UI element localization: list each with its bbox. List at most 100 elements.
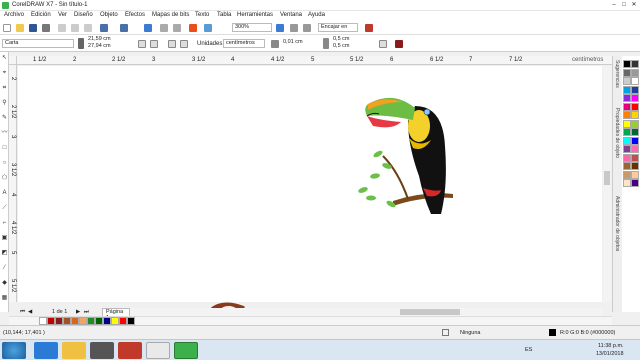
rectangle-tool-icon[interactable]: □ <box>1 145 8 152</box>
palette-swatch[interactable] <box>623 136 631 145</box>
palette-swatch[interactable] <box>631 60 639 68</box>
palette-swatch[interactable] <box>623 77 631 85</box>
units-select[interactable]: centímetros <box>223 39 265 48</box>
document-palette-swatch[interactable] <box>79 317 87 325</box>
horizontal-ruler[interactable]: 1 1/2 2 2 1/2 3 3 1/2 4 4 1/2 5 5 1/2 6 … <box>17 56 613 65</box>
minimize-button[interactable]: – <box>609 1 619 10</box>
menu-ventana[interactable]: Ventana <box>280 12 302 18</box>
palette-swatch[interactable] <box>631 77 639 85</box>
palette-swatch[interactable] <box>631 94 639 102</box>
text-tool-icon[interactable]: A <box>1 190 8 197</box>
palette-swatch[interactable] <box>623 119 631 128</box>
chrome-icon[interactable] <box>146 342 170 359</box>
vertical-ruler[interactable]: 2 2 1/2 3 3 1/2 4 4 1/2 5 5 1/2 <box>9 65 17 302</box>
adobe-app-icon[interactable] <box>118 342 142 359</box>
publish-pdf-icon[interactable] <box>189 24 197 32</box>
transparency-tool-icon[interactable]: ◩ <box>1 250 8 257</box>
palette-swatch[interactable] <box>631 170 639 179</box>
palette-swatch[interactable] <box>631 128 639 136</box>
palette-swatch[interactable] <box>623 128 631 136</box>
print-icon[interactable] <box>42 24 50 32</box>
close-button[interactable]: ✕ <box>629 1 639 10</box>
document-palette-swatch[interactable] <box>95 317 103 325</box>
palette-swatch[interactable] <box>631 119 639 128</box>
first-page-icon[interactable]: ⏮ <box>20 309 25 316</box>
palette-swatch[interactable] <box>631 179 639 187</box>
document-palette-swatch[interactable] <box>39 317 47 325</box>
shape-tool-icon[interactable]: ⌖ <box>1 70 8 77</box>
treat-as-filled-icon[interactable] <box>379 40 387 48</box>
language-indicator[interactable]: ES <box>525 347 532 353</box>
artistic-media-tool-icon[interactable]: 〰 <box>1 130 8 137</box>
parallel-dimension-tool-icon[interactable]: ⟋ <box>1 205 8 212</box>
horizontal-scrollbar[interactable] <box>130 308 603 316</box>
maximize-button[interactable]: □ <box>619 1 629 10</box>
menu-herramientas[interactable]: Herramientas <box>237 12 273 18</box>
eyedropper-tool-icon[interactable]: ⁄ <box>1 265 8 272</box>
crop-tool-icon[interactable]: ⌗ <box>1 85 8 92</box>
palette-swatch[interactable] <box>623 170 631 179</box>
vertical-scroll-thumb[interactable] <box>604 171 610 185</box>
start-button-icon[interactable] <box>2 342 26 359</box>
document-palette-swatch[interactable] <box>55 317 63 325</box>
all-pages-icon[interactable] <box>168 40 176 48</box>
page-height-field[interactable]: 27,94 cm <box>86 43 126 50</box>
grid-icon[interactable] <box>303 24 311 32</box>
clock-time[interactable]: 11:38 p.m. <box>598 343 624 349</box>
document-palette-swatch[interactable] <box>111 317 119 325</box>
menu-mapas-de-bits[interactable]: Mapas de bits <box>152 12 189 18</box>
full-screen-icon[interactable] <box>276 24 284 32</box>
document-palette-swatch[interactable] <box>71 317 79 325</box>
rulers-icon[interactable] <box>290 24 298 32</box>
menu-archivo[interactable]: Archivo <box>4 12 24 18</box>
redo-icon[interactable] <box>120 24 128 32</box>
search-content-icon[interactable] <box>144 24 152 32</box>
menu-ver[interactable]: Ver <box>58 12 67 18</box>
paste-icon[interactable] <box>84 24 92 32</box>
palette-swatch[interactable] <box>631 136 639 145</box>
ruler-origin[interactable] <box>9 56 17 65</box>
palette-swatch[interactable] <box>623 94 631 102</box>
menu-efectos[interactable]: Efectos <box>125 12 145 18</box>
palette-swatch[interactable] <box>623 153 631 162</box>
fill-indicator-icon[interactable] <box>442 329 449 336</box>
palette-swatch[interactable] <box>631 68 639 77</box>
duplicate-x-field[interactable]: 0,5 cm <box>331 36 363 43</box>
last-page-icon[interactable]: ⏭ <box>84 309 89 316</box>
polygon-tool-icon[interactable]: ⬠ <box>1 175 8 182</box>
document-palette-swatch[interactable] <box>63 317 71 325</box>
zoom-level-select[interactable]: 300% <box>232 23 272 32</box>
paper-size-select[interactable]: Carta <box>2 39 74 48</box>
palette-swatch[interactable] <box>623 162 631 170</box>
open-folder-icon[interactable] <box>16 24 24 32</box>
ellipse-tool-icon[interactable]: ○ <box>1 160 8 167</box>
menu-ayuda[interactable]: Ayuda <box>308 12 325 18</box>
zoom-tool-icon[interactable]: ⚲ <box>1 100 8 107</box>
drawing-canvas[interactable]: Crearte <box>18 66 602 360</box>
next-page-icon[interactable]: ▶ <box>76 309 80 315</box>
cut-icon[interactable] <box>58 24 66 32</box>
menu-objeto[interactable]: Objeto <box>100 12 118 18</box>
menu-edicion[interactable]: Edición <box>31 12 51 18</box>
file-explorer-icon[interactable] <box>62 342 86 359</box>
freehand-tool-icon[interactable]: ✎ <box>1 115 8 122</box>
toucan-illustration[interactable] <box>353 86 453 216</box>
nudge-distance-field[interactable]: 0,01 cm <box>281 39 313 48</box>
interactive-fill-tool-icon[interactable]: ◆ <box>1 280 8 287</box>
menu-tabla[interactable]: Tabla <box>217 12 231 18</box>
coreldraw-taskbar-icon[interactable] <box>174 342 198 359</box>
palette-swatch[interactable] <box>623 145 631 153</box>
prev-page-icon[interactable]: ◀ <box>28 309 32 315</box>
app-launcher-icon[interactable] <box>204 24 212 32</box>
palette-swatch[interactable] <box>623 85 631 94</box>
undo-icon[interactable] <box>100 24 108 32</box>
copy-icon[interactable] <box>71 24 79 32</box>
palette-swatch[interactable] <box>631 102 639 111</box>
current-page-icon[interactable] <box>180 40 188 48</box>
page-width-field[interactable]: 21,59 cm <box>86 36 126 43</box>
docker-tab-sugerencias[interactable]: Sugerencias <box>614 60 620 88</box>
palette-swatch[interactable] <box>631 111 639 119</box>
palette-swatch[interactable] <box>623 68 631 77</box>
clock-date[interactable]: 13/01/2018 <box>596 351 624 357</box>
pick-tool-icon[interactable]: ↖ <box>1 55 8 62</box>
